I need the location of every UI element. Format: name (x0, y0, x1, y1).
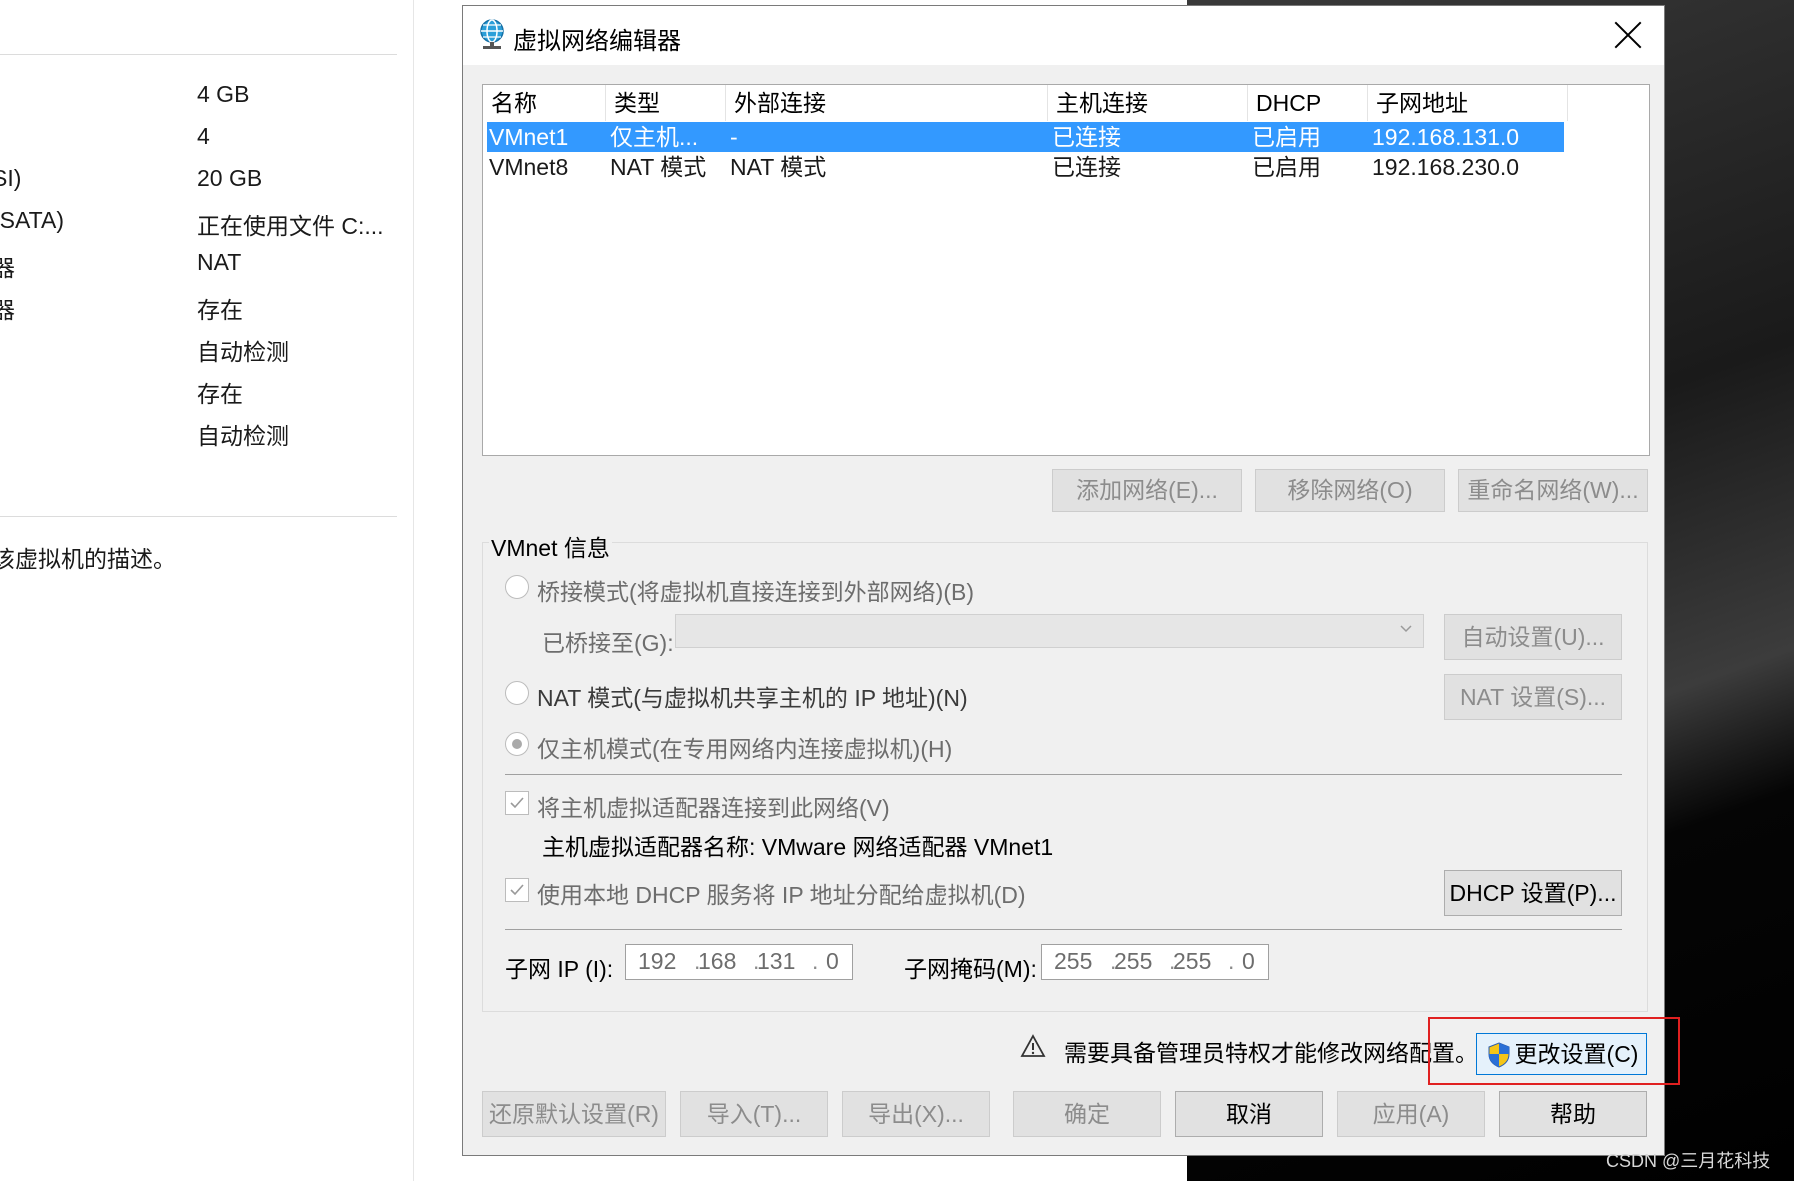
subnet-mask-field[interactable]: 255 . 255 . 255 . 0 (1041, 944, 1269, 980)
spec-row: SI) 20 GB (0, 165, 410, 201)
nat-mode-radio[interactable] (505, 681, 529, 705)
vmnet-info-group (482, 542, 1648, 1012)
divider (505, 774, 1622, 775)
column-header-type[interactable]: 类型 (606, 85, 726, 121)
cell-name: VMnet8 (489, 154, 569, 180)
dialog-title: 虚拟网络编辑器 (513, 28, 681, 55)
spec-row: 4 (0, 123, 410, 159)
spec-value: 存在 (197, 297, 243, 323)
radio-dot-icon (512, 739, 522, 749)
table-row[interactable]: VMnet1 仅主机... - 已连接 已启用 192.168.131.0 (487, 122, 1564, 152)
watermark: CSDN @三月花科技 (1606, 1151, 1771, 1171)
spec-value: 存在 (197, 381, 243, 407)
spec-key: (SATA) (0, 207, 64, 233)
subnet-ip-label: 子网 IP (I): (505, 956, 614, 982)
divider (0, 54, 397, 55)
cancel-button[interactable]: 取消 (1175, 1091, 1323, 1137)
adapter-name-text: 主机虚拟适配器名称: VMware 网络适配器 VMnet1 (542, 834, 1054, 860)
virtual-network-editor-dialog: 虚拟网络编辑器 名称 类型 外部连接 主机连接 DHCP 子网地址 VMnet1… (462, 5, 1665, 1156)
column-header-dhcp[interactable]: DHCP (1248, 85, 1368, 121)
connect-adapter-label[interactable]: 将主机虚拟适配器连接到此网络(V) (537, 789, 890, 823)
use-dhcp-label[interactable]: 使用本地 DHCP 服务将 IP 地址分配给虚拟机(D) (537, 876, 1026, 910)
highlight-box (1428, 1017, 1680, 1085)
spec-row: 自动检测 (0, 333, 410, 369)
subnet-ip-field[interactable]: 192 . 168 . 131 . 0 (625, 944, 853, 980)
subnet-mask-label: 子网掩码(M): (904, 956, 1037, 982)
nat-settings-button[interactable]: NAT 设置(S)... (1444, 674, 1622, 720)
divider (0, 516, 397, 517)
spec-key: SI) (0, 165, 22, 191)
chevron-down-icon (1400, 625, 1412, 633)
cell-type: 仅主机... (610, 124, 699, 150)
column-header-subnet[interactable]: 子网地址 (1368, 85, 1568, 121)
connect-adapter-checkbox[interactable] (505, 791, 529, 815)
admin-warning-text: 需要具备管理员特权才能修改网络配置。 (1064, 1040, 1478, 1066)
help-button[interactable]: 帮助 (1499, 1091, 1647, 1137)
spec-row: 器 NAT (0, 249, 410, 285)
cell-host: 已连接 (1052, 154, 1121, 180)
export-button[interactable]: 导出(X)... (842, 1091, 990, 1137)
spec-value: 自动检测 (197, 339, 289, 365)
vmnet-info-label: VMnet 信息 (489, 529, 612, 563)
check-icon (510, 797, 524, 809)
column-header-external[interactable]: 外部连接 (726, 85, 1048, 121)
spec-value: 4 (197, 123, 210, 149)
use-dhcp-checkbox[interactable] (505, 878, 529, 902)
auto-settings-button[interactable]: 自动设置(U)... (1444, 614, 1622, 660)
remove-network-button[interactable]: 移除网络(O) (1255, 469, 1445, 512)
ok-button[interactable]: 确定 (1013, 1091, 1161, 1137)
bridged-to-select[interactable] (675, 614, 1424, 648)
title-bar: 虚拟网络编辑器 (463, 6, 1664, 65)
cell-subnet: 192.168.230.0 (1372, 154, 1520, 180)
spec-value: 正在使用文件 C:... (197, 213, 384, 239)
host-only-mode-label[interactable]: 仅主机模式(在专用网络内连接虚拟机)(H) (537, 730, 952, 764)
warning-icon (1020, 1034, 1046, 1057)
spec-row: (SATA) 正在使用文件 C:... (0, 207, 410, 243)
cell-name: VMnet1 (489, 124, 569, 150)
spec-value: 20 GB (197, 165, 263, 191)
cell-host: 已连接 (1052, 124, 1121, 150)
nat-mode-label[interactable]: NAT 模式(与虚拟机共享主机的 IP 地址)(N) (537, 679, 968, 713)
spec-row: 存在 (0, 375, 410, 411)
rename-network-button[interactable]: 重命名网络(W)... (1458, 469, 1648, 512)
bridge-mode-label[interactable]: 桥接模式(将虚拟机直接连接到外部网络)(B) (537, 573, 974, 607)
cell-external: NAT 模式 (730, 154, 827, 180)
bridge-mode-radio[interactable] (505, 575, 529, 599)
spec-row: 4 GB (0, 81, 410, 117)
dhcp-settings-button[interactable]: DHCP 设置(P)... (1444, 870, 1622, 916)
spec-row: 自动检测 (0, 417, 410, 453)
divider (505, 929, 1622, 930)
cell-type: NAT 模式 (610, 154, 707, 180)
import-button[interactable]: 导入(T)... (680, 1091, 828, 1137)
network-list[interactable]: 名称 类型 外部连接 主机连接 DHCP 子网地址 VMnet1 仅主机... … (482, 84, 1650, 456)
spec-value: NAT (197, 249, 242, 275)
host-only-mode-radio[interactable] (505, 732, 529, 756)
restore-defaults-button[interactable]: 还原默认设置(R) (482, 1091, 666, 1137)
cell-subnet: 192.168.131.0 (1372, 124, 1520, 150)
spec-value: 自动检测 (197, 423, 289, 449)
apply-button[interactable]: 应用(A) (1337, 1091, 1485, 1137)
spec-key: 器 (0, 297, 15, 323)
bridged-to-label: 已桥接至(G): (542, 630, 674, 656)
spec-key: 器 (0, 255, 15, 281)
table-row[interactable]: VMnet8 NAT 模式 NAT 模式 已连接 已启用 192.168.230… (487, 152, 1564, 182)
cell-dhcp: 已启用 (1252, 154, 1321, 180)
check-icon (510, 884, 524, 896)
spec-value: 4 GB (197, 81, 250, 107)
column-header-name[interactable]: 名称 (483, 85, 606, 121)
network-globe-icon (480, 19, 504, 49)
vm-summary-panel: 4 GB 4 SI)20 GB (SATA)正在使用文件 C:... 器NAT … (0, 0, 414, 1181)
cell-dhcp: 已启用 (1252, 124, 1321, 150)
spec-row: 器 存在 (0, 291, 410, 327)
vm-description[interactable]: 该虚拟机的描述。 (0, 540, 176, 574)
cell-external: - (730, 124, 738, 150)
column-header-host[interactable]: 主机连接 (1048, 85, 1248, 121)
close-icon[interactable] (1613, 20, 1643, 50)
add-network-button[interactable]: 添加网络(E)... (1052, 469, 1242, 512)
